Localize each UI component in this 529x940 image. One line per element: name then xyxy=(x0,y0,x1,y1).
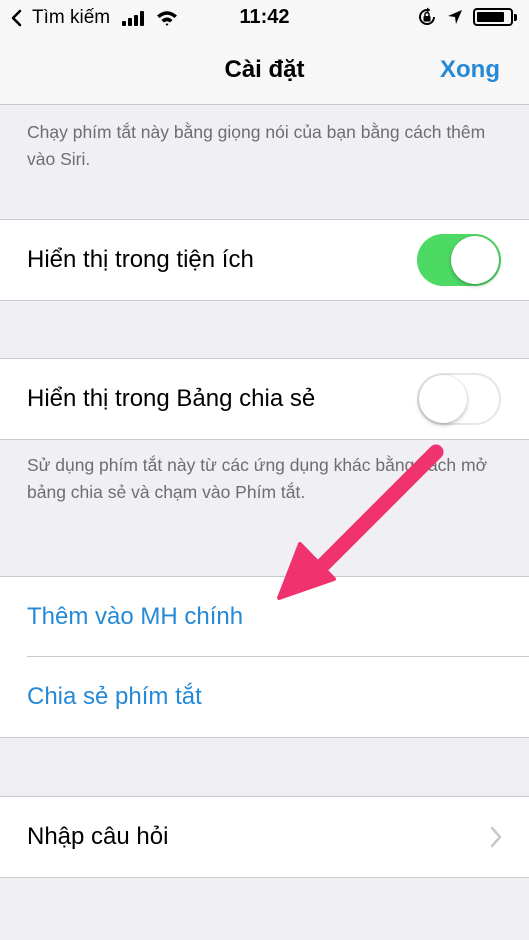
show-in-widget-toggle[interactable] xyxy=(417,234,501,286)
show-in-share-sheet-toggle[interactable] xyxy=(417,373,501,425)
add-to-home-screen-row[interactable]: Thêm vào MH chính xyxy=(0,577,529,657)
question-section: Nhập câu hỏi xyxy=(0,796,529,878)
share-shortcut-button[interactable]: Chia sẻ phím tắt xyxy=(27,683,202,711)
show-in-widget-row[interactable]: Hiển thị trong tiện ích xyxy=(0,220,529,300)
show-in-share-sheet-row[interactable]: Hiển thị trong Bảng chia sẻ xyxy=(0,359,529,439)
widget-section: Hiển thị trong tiện ích xyxy=(0,219,529,301)
import-questions-row[interactable]: Nhập câu hỏi xyxy=(0,797,529,877)
battery-icon xyxy=(473,7,519,27)
share-sheet-section: Hiển thị trong Bảng chia sẻ xyxy=(0,358,529,440)
siri-section-footer: Chạy phím tắt này bằng giọng nói của bạn… xyxy=(27,122,486,169)
rotation-lock-icon xyxy=(419,7,435,25)
chevron-right-icon xyxy=(490,826,502,848)
toggle-knob xyxy=(451,236,499,284)
show-in-share-sheet-label: Hiển thị trong Bảng chia sẻ xyxy=(27,385,316,412)
show-in-widget-label: Hiển thị trong tiện ích xyxy=(27,246,254,273)
toggle-knob xyxy=(419,375,467,423)
import-questions-label: Nhập câu hỏi xyxy=(27,823,169,850)
battery-level-fill xyxy=(477,12,505,22)
navigation-bar: Cài đặt Xong xyxy=(0,36,529,105)
done-button[interactable]: Xong xyxy=(440,56,500,84)
actions-section: Thêm vào MH chính Chia sẻ phím tắt xyxy=(0,576,529,738)
share-shortcut-row[interactable]: Chia sẻ phím tắt xyxy=(0,657,529,737)
status-bar: Tìm kiếm 11:42 xyxy=(0,0,529,36)
share-sheet-section-footer: Sử dụng phím tắt này từ các ứng dụng khá… xyxy=(27,455,488,502)
add-to-home-screen-button[interactable]: Thêm vào MH chính xyxy=(27,603,243,631)
status-right xyxy=(417,7,519,27)
location-arrow-icon xyxy=(448,10,462,24)
